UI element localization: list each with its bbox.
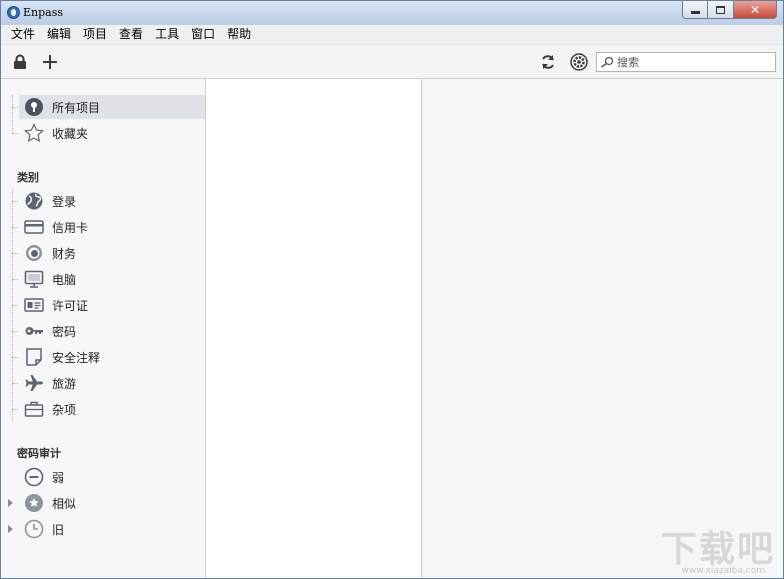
sync-icon bbox=[542, 55, 554, 69]
sidebar-item-label: 杂项 bbox=[52, 402, 77, 417]
minimize-button[interactable] bbox=[682, 1, 708, 19]
menu-help[interactable]: 帮助 bbox=[221, 25, 257, 44]
sync-button[interactable] bbox=[539, 53, 557, 71]
sidebar-item-label: 弱 bbox=[52, 470, 65, 485]
globe-icon bbox=[24, 191, 44, 211]
gear-icon bbox=[570, 53, 588, 71]
minimize-icon bbox=[690, 11, 700, 14]
key-icon bbox=[24, 321, 44, 341]
sidebar-item-license[interactable]: 许可证 bbox=[12, 293, 205, 317]
categories-heading: 类别 bbox=[17, 171, 39, 184]
expand-arrow-icon[interactable] bbox=[8, 525, 13, 533]
license-icon bbox=[24, 295, 44, 315]
toolbar bbox=[1, 44, 783, 79]
item-detail-pane: 下载吧 www.xiazaiba.com bbox=[422, 79, 783, 578]
window-controls: ✕ bbox=[682, 1, 777, 19]
sidebar-item-label: 密码 bbox=[52, 324, 77, 339]
password-audit-heading: 密码审计 bbox=[17, 447, 61, 460]
add-button[interactable] bbox=[41, 53, 59, 71]
monitor-icon bbox=[24, 269, 44, 289]
sidebar-item-label: 旅游 bbox=[52, 376, 77, 391]
menu-bar: 文件 编辑 项目 查看 工具 窗口 帮助 bbox=[1, 25, 783, 44]
note-icon bbox=[24, 347, 44, 367]
coin-icon bbox=[24, 243, 44, 263]
sidebar-item-similar[interactable]: 相似 bbox=[8, 491, 205, 515]
sidebar-item-travel[interactable]: 旅游 bbox=[12, 371, 205, 395]
airplane-icon bbox=[24, 373, 44, 393]
menu-item[interactable]: 项目 bbox=[77, 25, 113, 44]
lock-icon[interactable] bbox=[11, 53, 29, 71]
sidebar: 所有项目 收藏夹 类别 登录 信用卡 财务 电脑 许可证 密码 安全注释 旅游 … bbox=[1, 79, 206, 578]
search-field[interactable] bbox=[596, 52, 776, 72]
sidebar-item-label: 收藏夹 bbox=[52, 126, 89, 141]
clock-icon bbox=[24, 519, 44, 539]
sidebar-item-misc[interactable]: 杂项 bbox=[12, 397, 205, 421]
close-button[interactable]: ✕ bbox=[734, 1, 777, 19]
menu-edit[interactable]: 编辑 bbox=[41, 25, 77, 44]
sidebar-item-password[interactable]: 密码 bbox=[12, 319, 205, 343]
sidebar-item-label: 信用卡 bbox=[52, 220, 89, 235]
sidebar-item-login[interactable]: 登录 bbox=[12, 189, 205, 213]
menu-tools[interactable]: 工具 bbox=[149, 25, 185, 44]
maximize-icon bbox=[716, 5, 725, 14]
enpass-logo-icon bbox=[7, 6, 20, 19]
plus-icon bbox=[43, 55, 57, 69]
expand-arrow-icon[interactable] bbox=[8, 499, 13, 507]
close-icon: ✕ bbox=[749, 2, 761, 17]
sidebar-item-favorites[interactable]: 收藏夹 bbox=[12, 121, 205, 145]
sidebar-item-label: 所有项目 bbox=[52, 100, 101, 115]
menu-view[interactable]: 查看 bbox=[113, 25, 149, 44]
sidebar-item-label: 相似 bbox=[52, 496, 77, 511]
sidebar-item-all-items[interactable]: 所有项目 bbox=[12, 95, 205, 119]
sidebar-item-computer[interactable]: 电脑 bbox=[12, 267, 205, 291]
credit-card-icon bbox=[24, 217, 44, 237]
minus-circle-icon bbox=[24, 467, 44, 487]
star-badge-icon bbox=[24, 493, 44, 513]
sidebar-item-label: 许可证 bbox=[52, 298, 89, 313]
sidebar-item-secure-note[interactable]: 安全注释 bbox=[12, 345, 205, 369]
sidebar-item-finance[interactable]: 财务 bbox=[12, 241, 205, 265]
search-input[interactable] bbox=[617, 55, 767, 69]
app-window: Enpass ✕ 文件 编辑 项目 查看 工具 窗口 帮助 搜索 所有项目 收藏… bbox=[0, 0, 784, 579]
maximize-button[interactable] bbox=[708, 1, 734, 19]
sidebar-item-label: 电脑 bbox=[52, 272, 77, 287]
key-circle-icon bbox=[24, 97, 44, 117]
sidebar-item-label: 安全注释 bbox=[52, 350, 101, 365]
menu-window[interactable]: 窗口 bbox=[185, 25, 221, 44]
watermark-url: www.xiazaiba.com bbox=[681, 566, 765, 576]
window-title: Enpass bbox=[23, 6, 64, 19]
sidebar-item-credit-card[interactable]: 信用卡 bbox=[12, 215, 205, 239]
sidebar-item-label: 旧 bbox=[52, 522, 65, 537]
title-bar: Enpass ✕ bbox=[1, 1, 783, 25]
star-icon bbox=[24, 123, 44, 143]
tree-connector bbox=[12, 95, 13, 133]
sidebar-item-weak[interactable]: 弱 bbox=[19, 465, 205, 489]
briefcase-icon bbox=[24, 399, 44, 419]
item-list-pane[interactable] bbox=[206, 79, 422, 578]
watermark: 下载吧 bbox=[660, 529, 775, 570]
sidebar-item-label: 登录 bbox=[52, 194, 77, 209]
menu-file[interactable]: 文件 bbox=[5, 25, 41, 44]
search-icon bbox=[601, 56, 614, 68]
sidebar-item-label: 财务 bbox=[52, 246, 77, 261]
sidebar-item-old[interactable]: 旧 bbox=[8, 517, 205, 541]
settings-button[interactable] bbox=[570, 53, 588, 71]
